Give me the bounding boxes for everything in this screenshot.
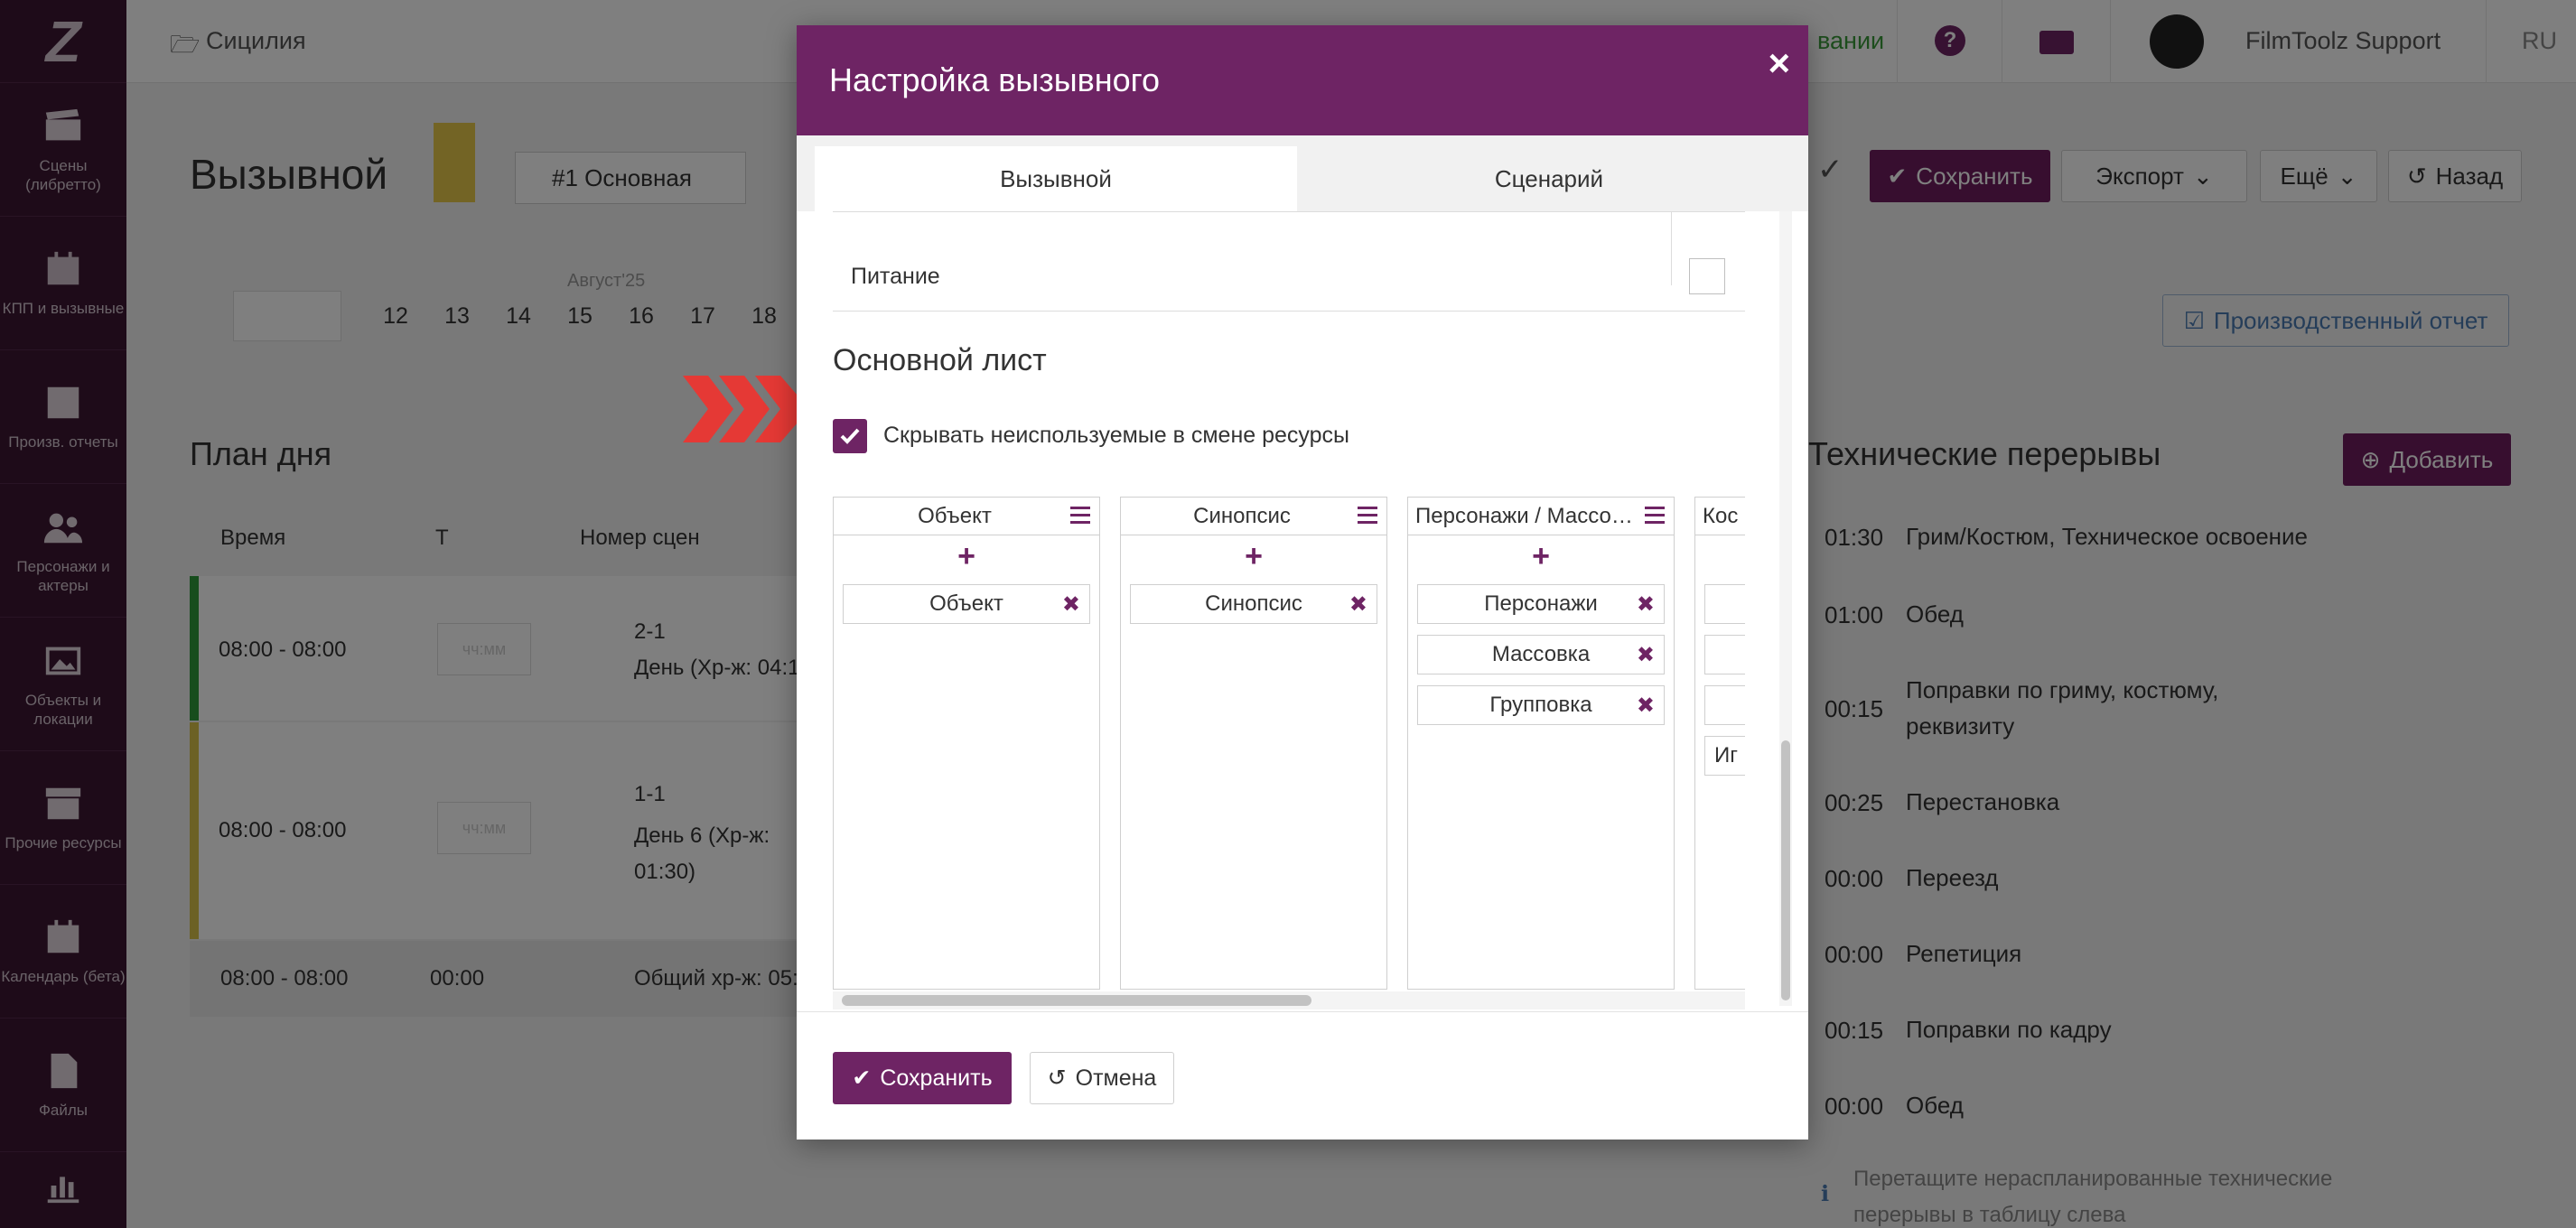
remove-icon[interactable]: ✖ <box>1349 591 1367 618</box>
hide-unused-checkbox[interactable] <box>833 419 867 453</box>
hide-unused-label[interactable]: Скрывать неиспользуемые в смене ресурсы <box>883 423 1349 449</box>
resource-column[interactable]: Персонажи / Массовка / Групповка + Персо… <box>1407 497 1675 990</box>
plus-icon[interactable]: + <box>1121 541 1386 572</box>
column-header[interactable]: Персонажи / Массовка / Групповка <box>1408 498 1674 535</box>
menu-icon[interactable] <box>1645 507 1665 525</box>
close-icon[interactable]: × <box>1768 42 1790 85</box>
remove-icon[interactable]: ✖ <box>1637 591 1655 618</box>
tab-script[interactable]: Сценарий <box>1308 146 1790 211</box>
column-chip[interactable]: Массовка ✖ <box>1417 635 1665 674</box>
column-chip[interactable] <box>1704 685 1745 725</box>
pitanie-checkbox[interactable] <box>1689 258 1725 294</box>
column-chip[interactable] <box>1704 635 1745 674</box>
resource-column[interactable]: Синопсис + Синопсис ✖ <box>1120 497 1387 990</box>
horizontal-scrollbar[interactable] <box>833 991 1745 1009</box>
plus-icon[interactable]: + <box>1408 541 1674 572</box>
scroll-thumb[interactable] <box>842 995 1311 1006</box>
pitanie-label: Питание <box>851 264 940 289</box>
plus-icon[interactable]: + <box>834 541 1099 572</box>
check-icon <box>840 428 860 444</box>
modal-cancel-button[interactable]: ↺ Отмена <box>1030 1052 1174 1104</box>
section-title: Основной лист <box>833 343 1047 377</box>
column-chip[interactable]: Групповка ✖ <box>1417 685 1665 725</box>
column-header[interactable]: Объект <box>834 498 1099 535</box>
modal-footer: ✔ Сохранить ↺ Отмена <box>797 1011 1808 1140</box>
column-chip[interactable]: Синопсис ✖ <box>1130 584 1377 624</box>
modal-title: Настройка вызывного <box>829 61 1160 98</box>
column-chip[interactable]: Объект ✖ <box>843 584 1090 624</box>
modal-save-button[interactable]: ✔ Сохранить <box>833 1052 1012 1104</box>
check-icon: ✔ <box>852 1065 872 1091</box>
modal-body: Питание Основной лист Скрывать неиспольз… <box>797 211 1808 1011</box>
resource-column[interactable]: Кос Иг <box>1694 497 1745 990</box>
resource-column[interactable]: Объект + Объект ✖ <box>833 497 1100 990</box>
remove-icon[interactable]: ✖ <box>1637 642 1655 668</box>
column-header[interactable]: Кос <box>1695 498 1745 535</box>
settings-modal: Настройка вызывного × Вызывной Сценарий … <box>797 25 1808 1140</box>
column-header[interactable]: Синопсис <box>1121 498 1386 535</box>
scroll-thumb[interactable] <box>1781 740 1790 1000</box>
tab-callsheet[interactable]: Вызывной <box>815 146 1297 211</box>
menu-icon[interactable] <box>1358 507 1377 525</box>
modal-tabs: Вызывной Сценарий <box>797 135 1808 211</box>
modal-header: Настройка вызывного × <box>797 25 1808 135</box>
column-chip[interactable]: Иг <box>1704 736 1745 776</box>
remove-icon[interactable]: ✖ <box>1637 693 1655 719</box>
column-chip[interactable]: Персонажи ✖ <box>1417 584 1665 624</box>
remove-icon[interactable]: ✖ <box>1062 591 1080 618</box>
columns-board: Объект + Объект ✖ Синопсис + Синопсис ✖ Пе… <box>833 497 1745 991</box>
undo-icon: ↺ <box>1047 1065 1067 1091</box>
column-chip[interactable] <box>1704 584 1745 624</box>
menu-icon[interactable] <box>1070 507 1090 525</box>
